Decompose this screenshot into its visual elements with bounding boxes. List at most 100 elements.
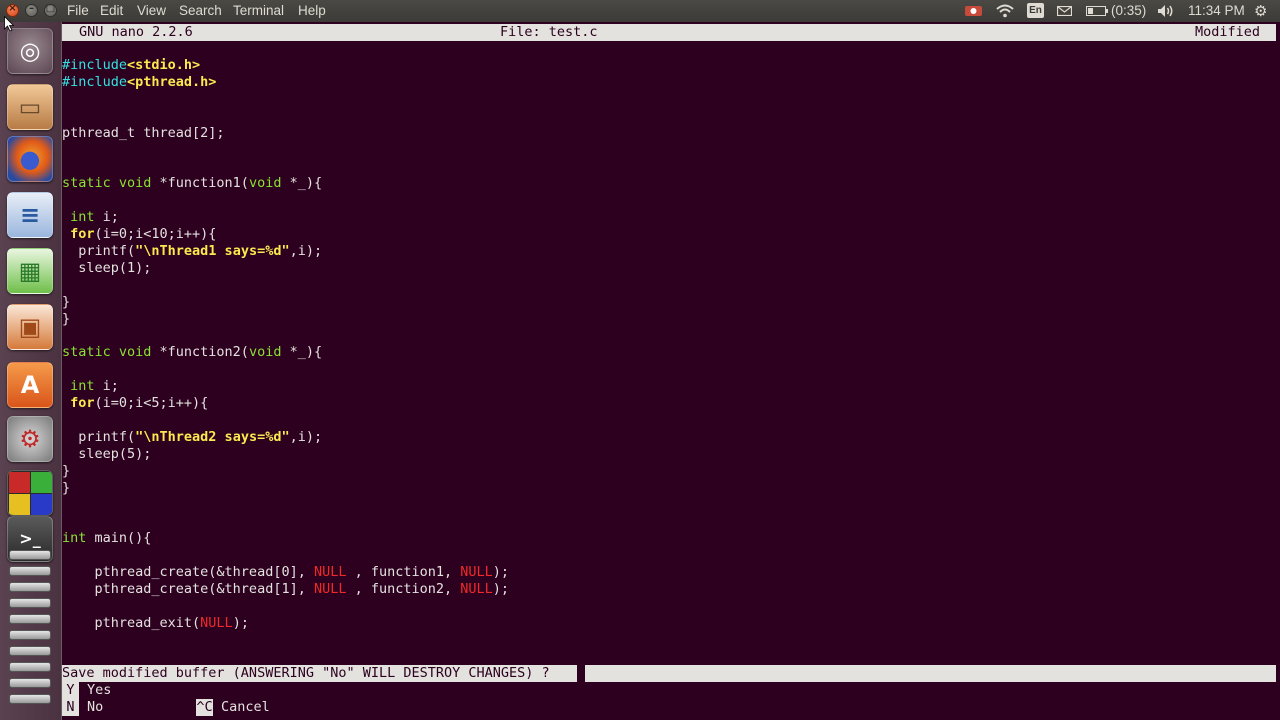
clock[interactable]: 11:34 PM — [1188, 3, 1245, 18]
session-gear-icon[interactable]: ⚙ — [1254, 2, 1267, 20]
code-token: , function2, — [346, 580, 461, 597]
code-token: int — [62, 378, 95, 395]
battery-time-label[interactable]: (0:35) — [1111, 3, 1146, 18]
code-token: , function1, — [346, 564, 461, 580]
menu-search[interactable]: Search — [179, 3, 222, 18]
volume-icon[interactable] — [1157, 4, 1175, 18]
mouse-pointer-icon — [4, 16, 14, 32]
code-token: pthread_t thread[2]; — [62, 124, 225, 141]
code-line: sleep(5); — [62, 446, 151, 463]
code-token: } — [62, 462, 71, 479]
code-token: (i=0;i<10;i++){ — [94, 226, 217, 242]
code-token: for — [62, 226, 95, 242]
no-shortcut-key[interactable]: N — [62, 699, 79, 716]
launcher-overflow-item[interactable] — [9, 646, 51, 656]
yes-shortcut-key[interactable]: Y — [62, 682, 79, 699]
code-token: void — [248, 344, 282, 361]
libreoffice-writer-icon[interactable]: ≡ — [7, 192, 53, 238]
menu-terminal[interactable]: Terminal — [233, 3, 284, 18]
dash-glyph: ◎ — [19, 37, 41, 65]
code-token: } — [62, 293, 71, 310]
code-line: printf("\nThread1 says=%d",i); — [62, 243, 322, 260]
yes-shortcut-label[interactable]: Yes — [87, 682, 111, 699]
firefox-glyph: ● — [19, 145, 41, 173]
code-token: i; — [94, 209, 119, 226]
code-token: pthread_exit( — [62, 614, 201, 631]
record-icon[interactable] — [965, 5, 982, 17]
libreoffice-calc-icon[interactable]: ▦ — [7, 248, 53, 294]
wifi-icon[interactable] — [996, 4, 1014, 18]
code-line: int main(){ — [62, 530, 151, 547]
battery-icon[interactable] — [1086, 6, 1108, 16]
code-line: } — [62, 294, 70, 311]
code-token: #include — [62, 73, 128, 90]
code-token: sleep(5); — [62, 445, 152, 462]
libreoffice-impress-icon[interactable]: ▣ — [7, 304, 53, 350]
system-settings-icon[interactable]: ⚙ — [7, 416, 53, 462]
launcher-overflow-item[interactable] — [9, 678, 51, 688]
code-token: pthread_create(&thread[0], — [62, 564, 314, 580]
code-token: NULL — [200, 614, 233, 631]
code-line: pthread_create(&thread[0], NULL , functi… — [62, 564, 510, 581]
menu-edit[interactable]: Edit — [100, 3, 123, 18]
keyboard-layout-icon[interactable]: En — [1027, 3, 1044, 18]
launcher-overflow-item[interactable] — [9, 614, 51, 624]
code-token: sleep(1); — [62, 259, 152, 276]
minimize-icon: – — [29, 3, 34, 14]
code-line: #include<stdio.h> — [62, 57, 200, 74]
no-shortcut-label[interactable]: No — [87, 699, 103, 716]
prompt-answer-input[interactable] — [585, 665, 1276, 682]
firefox-icon[interactable]: ● — [7, 136, 53, 182]
code-token: <pthread.h> — [127, 73, 217, 90]
menu-file[interactable]: File — [67, 3, 89, 18]
software-glyph: A — [20, 371, 40, 399]
code-line: } — [62, 463, 70, 480]
code-token: pthread_create(&thread[1], — [62, 580, 314, 597]
code-token: int — [62, 530, 87, 547]
mail-icon[interactable] — [1057, 6, 1072, 16]
nano-modified-status: Modified — [1194, 24, 1260, 40]
cancel-shortcut-key[interactable]: ^C — [196, 699, 213, 716]
save-prompt: Save modified buffer (ANSWERING "No" WIL… — [62, 665, 577, 682]
code-token: (i=0;i<5;i++){ — [94, 395, 209, 411]
code-line: pthread_create(&thread[1], NULL , functi… — [62, 580, 510, 598]
code-token: ,i); — [289, 242, 323, 259]
code-line: int i; — [62, 378, 119, 395]
code-token: main(){ — [86, 530, 152, 547]
launcher-overflow-item[interactable] — [9, 582, 51, 592]
code-token: "\nThread1 says=%d" — [135, 242, 290, 259]
window-minimize-button[interactable]: – — [25, 3, 38, 17]
code-line: for(i=0;i<10;i++){ — [62, 226, 216, 243]
launcher-overflow-item[interactable] — [9, 630, 51, 640]
code-line: int i; — [62, 209, 119, 226]
launcher-overflow-item[interactable] — [9, 662, 51, 672]
code-line: pthread_t thread[2]; — [62, 125, 225, 142]
code-token: ,i); — [289, 428, 323, 445]
code-token: static void — [62, 344, 152, 361]
code-token: ); — [232, 614, 249, 631]
menu-help[interactable]: Help — [298, 3, 326, 18]
code-line: pthread_exit(NULL); — [62, 615, 249, 632]
maximize-icon: □ — [45, 3, 56, 14]
impress-glyph: ▣ — [18, 313, 42, 341]
launcher-overflow-item[interactable] — [9, 694, 51, 704]
launcher-overflow-item[interactable] — [9, 598, 51, 608]
nano-version: GNU nano 2.2.6 — [79, 24, 193, 40]
code-line: } — [62, 311, 70, 328]
code-token: #include — [62, 57, 128, 73]
launcher-overflow-item[interactable] — [9, 550, 51, 560]
menu-view[interactable]: View — [137, 3, 166, 18]
code-token: *_){ — [281, 344, 323, 361]
software-center-icon[interactable]: A — [7, 362, 53, 408]
calc-glyph: ▦ — [18, 257, 42, 285]
window-maximize-button[interactable]: □ — [44, 3, 57, 17]
launcher: ◎ ▭ ● ≡ ▦ ▣ A ⚙ >_ — [0, 22, 62, 720]
cancel-shortcut-label[interactable]: Cancel — [221, 699, 270, 716]
workspace-switcher-icon[interactable] — [7, 470, 53, 516]
code-token: <stdio.h> — [127, 57, 201, 73]
dash-home-icon[interactable]: ◎ — [7, 28, 53, 74]
launcher-overflow-item[interactable] — [9, 566, 51, 576]
code-token: ); — [492, 564, 510, 580]
files-icon[interactable]: ▭ — [7, 84, 53, 130]
code-token: for — [62, 395, 95, 411]
